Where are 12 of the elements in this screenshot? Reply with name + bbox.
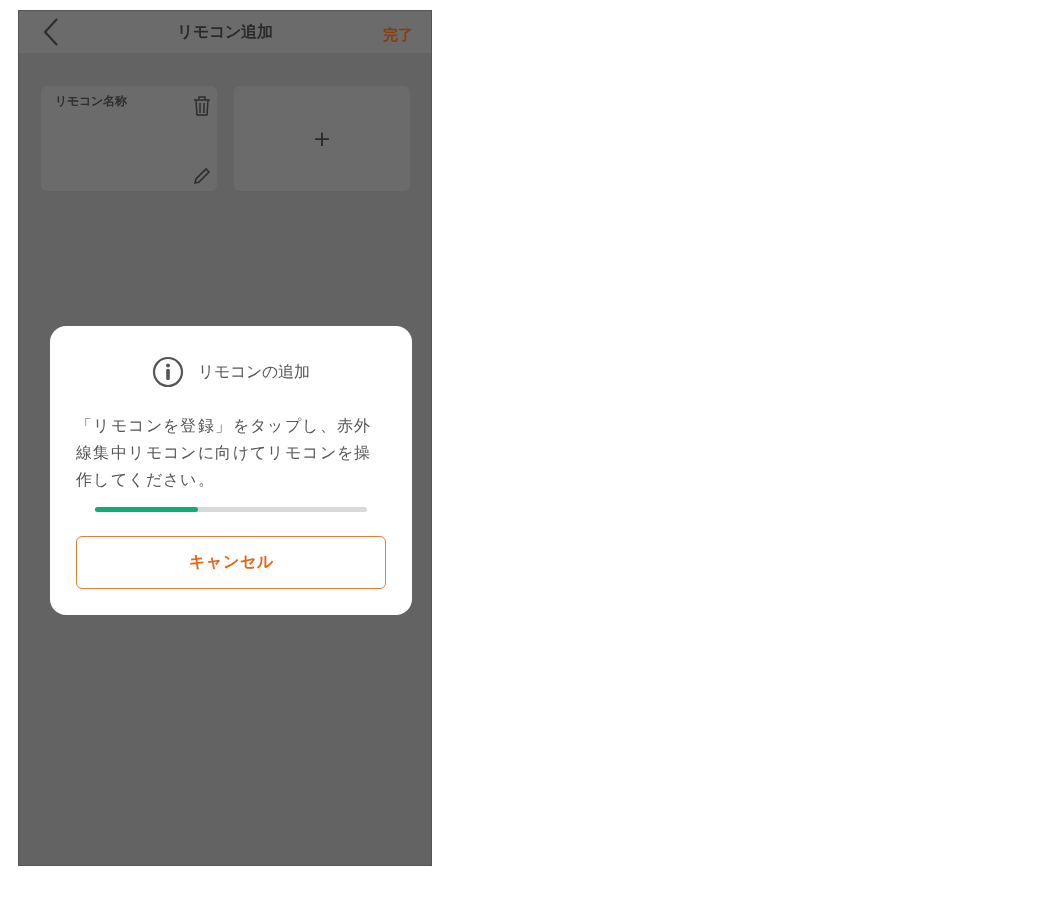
- trash-icon[interactable]: [193, 95, 211, 117]
- done-button[interactable]: 完了: [383, 25, 413, 45]
- screen-title: リモコン追加: [176, 21, 274, 43]
- remote-name: リモコン名称: [55, 93, 127, 110]
- dialog-message: 「リモコンを登録」をタップし、赤外線集中リモコンに向けてリモコンを操作してください。: [76, 415, 373, 491]
- add-remote-button[interactable]: +: [234, 86, 410, 191]
- pencil-icon[interactable]: [193, 167, 211, 185]
- cancel-button[interactable]: キャンセル: [76, 536, 386, 589]
- info-icon: [152, 356, 184, 388]
- back-icon[interactable]: [43, 17, 59, 47]
- remote-card[interactable]: リモコン名称: [41, 86, 217, 191]
- dialog-title: リモコンの追加: [198, 361, 310, 383]
